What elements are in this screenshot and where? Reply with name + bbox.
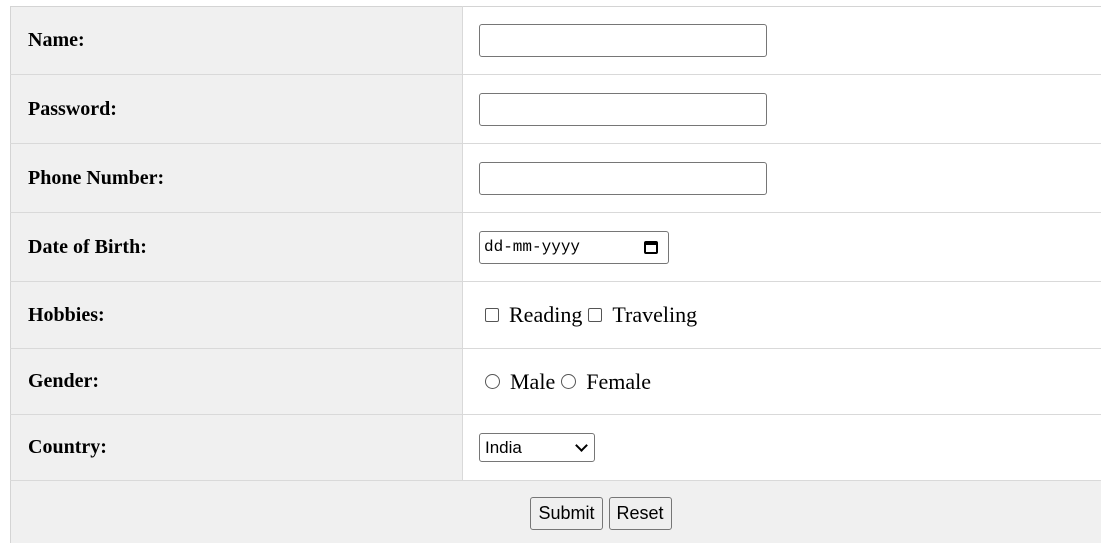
form-row-hobbies: Hobbies: Reading Traveling — [10, 281, 1101, 349]
form-row-name: Name: — [10, 6, 1101, 75]
name-cell — [462, 6, 1101, 75]
reading-label[interactable]: Reading — [509, 302, 582, 328]
password-input[interactable] — [479, 92, 767, 126]
phone-cell — [462, 143, 1101, 213]
form-row-password: Password: — [10, 74, 1101, 144]
actions-cell: Submit Reset — [10, 480, 1101, 543]
form-row-dob: Date of Birth: dd-mm-yyyy — [10, 212, 1101, 282]
male-radio[interactable] — [485, 374, 500, 389]
gender-cell: Male Female — [462, 348, 1101, 415]
password-label: Password: — [10, 74, 463, 144]
male-label[interactable]: Male — [510, 369, 555, 395]
phone-label: Phone Number: — [10, 143, 463, 213]
gender-options: Male Female — [479, 369, 1101, 395]
reset-button[interactable]: Reset — [608, 496, 672, 530]
reading-checkbox[interactable] — [485, 308, 499, 322]
country-selected-value: India — [485, 437, 522, 457]
phone-input[interactable] — [479, 161, 767, 195]
country-select[interactable]: India — [479, 433, 595, 462]
country-cell: India — [462, 414, 1101, 481]
female-radio[interactable] — [561, 374, 577, 389]
form-row-gender: Gender: Male Female — [10, 348, 1101, 415]
dob-placeholder: dd-mm-yyyy — [484, 238, 581, 256]
hobbies-options: Reading Traveling — [479, 302, 1101, 328]
name-label: Name: — [10, 6, 463, 75]
traveling-checkbox[interactable] — [588, 308, 603, 322]
hobbies-label: Hobbies: — [10, 281, 463, 349]
dob-cell: dd-mm-yyyy — [462, 212, 1101, 282]
gender-label: Gender: — [10, 348, 463, 415]
form-row-phone: Phone Number: — [10, 143, 1101, 213]
female-label[interactable]: Female — [586, 369, 651, 395]
form-row-actions: Submit Reset — [10, 480, 1101, 543]
password-cell — [462, 74, 1101, 144]
registration-form: Name: Password: Phone Number: Date of Bi… — [10, 6, 1101, 543]
dob-label: Date of Birth: — [10, 212, 463, 282]
hobbies-cell: Reading Traveling — [462, 281, 1101, 349]
form-row-country: Country: India — [10, 414, 1101, 481]
name-input[interactable] — [479, 24, 767, 57]
calendar-icon[interactable] — [644, 240, 658, 254]
traveling-label[interactable]: Traveling — [612, 302, 697, 328]
chevron-down-icon — [575, 438, 588, 452]
country-label: Country: — [10, 414, 463, 481]
dob-input[interactable]: dd-mm-yyyy — [479, 230, 669, 264]
submit-button[interactable]: Submit — [530, 496, 603, 530]
